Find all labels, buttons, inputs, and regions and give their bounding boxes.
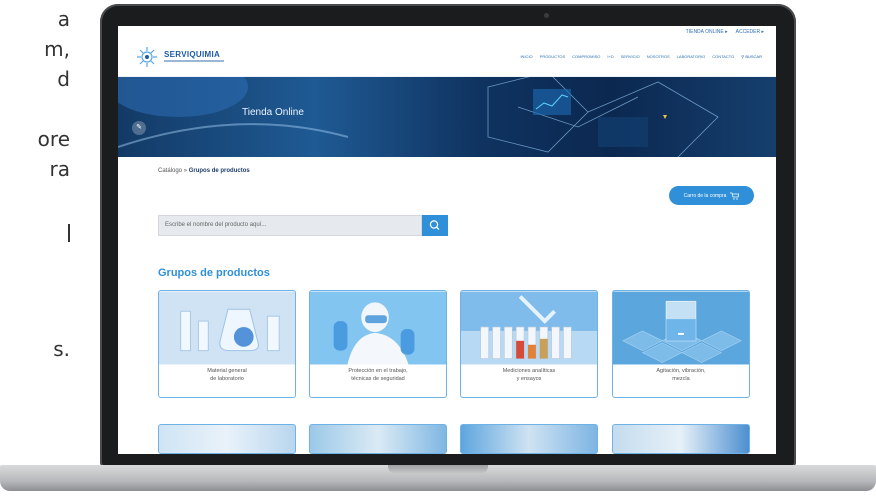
card-label: Agitación, vibración, mezcla: [613, 367, 749, 383]
hero-title: Tienda Online: [242, 107, 304, 118]
product-group-card[interactable]: [158, 424, 296, 454]
main-nav: INICIO PRODUCTOS COMPROMISO I+D SERVICIO…: [520, 54, 762, 59]
bg-fragment: [68, 224, 70, 242]
topbar-link-shop[interactable]: TIENDA ONLINE ▸: [686, 29, 728, 35]
background-copy: a m, d ore ra s.: [0, 0, 70, 420]
bg-line: ore: [37, 127, 70, 151]
cart-button[interactable]: Carro de la compra: [669, 186, 754, 205]
nav-item-products[interactable]: PRODUCTOS: [540, 54, 565, 59]
analytical-measurements-image: [461, 291, 597, 365]
hero-edit-icon[interactable]: ✎: [132, 121, 146, 135]
card-label-line: Material general: [207, 368, 247, 374]
card-label-line: Protección en el trabajo,: [348, 368, 408, 374]
nav-item-rd[interactable]: I+D: [607, 54, 613, 59]
card-label-line: técnicas de seguridad: [351, 376, 405, 382]
search-button[interactable]: [422, 215, 448, 236]
card-label: Protección en el trabajo, técnicas de se…: [310, 367, 446, 383]
product-group-card[interactable]: [309, 424, 447, 454]
nav-item-service[interactable]: SERVICIO: [621, 54, 640, 59]
protective-gear-image: [310, 291, 446, 365]
lab-glassware-image: [159, 291, 295, 365]
tagline: [164, 60, 224, 62]
brand-name[interactable]: SERVIQUIMIA: [164, 50, 220, 59]
hero-banner: Tienda Online ✎: [118, 77, 776, 157]
bg-line: ra: [49, 157, 70, 181]
breadcrumb-separator: »: [182, 168, 189, 174]
card-label-line: Agitación, vibración,: [656, 368, 706, 374]
card-label-line: mezcla: [672, 376, 690, 382]
bg-line: d: [57, 67, 70, 91]
card-label-line: y ensayos: [516, 376, 542, 382]
search-icon: [429, 220, 440, 231]
nav-item-about[interactable]: NOSOTROS: [647, 54, 670, 59]
cart-button-label: Carro de la compra: [683, 192, 727, 199]
product-group-card[interactable]: Material general de laboratorio: [158, 290, 296, 398]
card-label: Mediciones analíticas y ensayos: [461, 367, 597, 383]
nav-item-search[interactable]: ⚲ BUSCAR: [741, 54, 762, 59]
nav-item-lab[interactable]: LABORATORIO: [677, 54, 706, 59]
card-label: Material general de laboratorio: [159, 367, 295, 383]
laptop-screen: TIENDA ONLINE ▸ ACCEDER ▸ SERVIQUIMIA IN…: [118, 26, 776, 454]
bg-line: s.: [53, 337, 70, 361]
nav-item-commitment[interactable]: COMPROMISO: [572, 54, 600, 59]
card-label-line: de laboratorio: [210, 376, 244, 382]
product-group-card[interactable]: Mediciones analíticas y ensayos: [460, 290, 598, 398]
nav-item-contact[interactable]: CONTACTO: [712, 54, 734, 59]
card-label-line: Mediciones analíticas: [502, 368, 556, 374]
logo-icon[interactable]: [136, 46, 158, 68]
top-bar: TIENDA ONLINE ▸ ACCEDER ▸: [118, 26, 776, 37]
camera: [544, 13, 549, 18]
bg-line: a: [57, 7, 70, 31]
cart-icon: [730, 192, 740, 200]
laptop-notch: [388, 465, 488, 474]
product-group-card[interactable]: [460, 424, 598, 454]
nav-item-home[interactable]: INICIO: [520, 54, 532, 59]
hero-graphics: [118, 77, 719, 157]
section-title: Grupos de productos: [158, 267, 270, 279]
product-group-card[interactable]: Protección en el trabajo, técnicas de se…: [309, 290, 447, 398]
stirring-mixing-image: [613, 291, 749, 365]
product-group-card[interactable]: [612, 424, 750, 454]
breadcrumb: Catálogo » Grupos de productos: [158, 168, 250, 174]
product-group-card[interactable]: Agitación, vibración, mezcla: [612, 290, 750, 398]
search-input[interactable]: Escribe el nombre del producto aquí...: [158, 215, 422, 236]
breadcrumb-root[interactable]: Catálogo: [158, 168, 182, 174]
site-header: SERVIQUIMIA INICIO PRODUCTOS COMPROMISO …: [118, 38, 776, 77]
breadcrumb-current: Grupos de productos: [188, 168, 250, 174]
topbar-link-login[interactable]: ACCEDER ▸: [736, 29, 764, 35]
bg-line: m,: [44, 37, 70, 61]
